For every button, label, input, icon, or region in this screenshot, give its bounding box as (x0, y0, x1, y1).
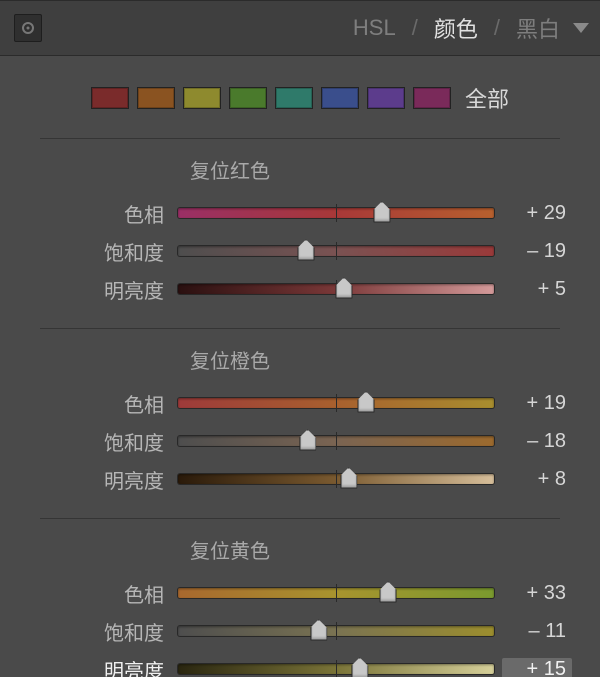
slider-center-tick (336, 204, 337, 222)
red-hue-label: 色相 (28, 199, 178, 228)
target-icon (21, 21, 35, 35)
yellow-saturation-row: 饱和度 – 11 (28, 612, 572, 650)
color-swatch-7[interactable] (413, 87, 451, 109)
orange-hue-handle[interactable] (358, 391, 375, 412)
orange-saturation-handle[interactable] (299, 429, 316, 450)
color-swatch-6[interactable] (367, 87, 405, 109)
red-saturation-slider[interactable] (178, 246, 494, 256)
color-swatch-4[interactable] (275, 87, 313, 109)
section-yellow: 复位黄色色相 + 33 饱和度 – 11 明亮度 + 15 (0, 519, 600, 677)
yellow-luminance-label: 明亮度 (28, 655, 178, 677)
tab-sep: / (494, 15, 500, 41)
red-saturation-label: 饱和度 (28, 237, 178, 266)
slider-center-tick (336, 432, 337, 450)
red-saturation-handle[interactable] (297, 239, 314, 260)
section-title-red[interactable]: 复位红色 (190, 155, 572, 184)
yellow-hue-slider[interactable] (178, 588, 494, 598)
panel-tabs: HSL / 颜色 / 黑白 (353, 12, 560, 44)
slider-center-tick (336, 242, 337, 260)
red-saturation-value[interactable]: – 19 (494, 240, 572, 263)
orange-saturation-slider[interactable] (178, 436, 494, 446)
red-luminance-row: 明亮度 + 5 (28, 270, 572, 308)
yellow-luminance-slider[interactable] (178, 664, 494, 674)
tab-bw[interactable]: 黑白 (516, 12, 560, 44)
slider-center-tick (336, 470, 337, 488)
color-swatch-5[interactable] (321, 87, 359, 109)
color-swatch-2[interactable] (183, 87, 221, 109)
yellow-hue-label: 色相 (28, 579, 178, 608)
yellow-luminance-value[interactable]: + 15 (502, 658, 572, 677)
yellow-luminance-handle[interactable] (351, 657, 368, 677)
tab-hsl[interactable]: HSL (353, 15, 396, 41)
orange-luminance-row: 明亮度 + 8 (28, 460, 572, 498)
section-orange: 复位橙色色相 + 19 饱和度 – 18 明亮度 + 8 (0, 329, 600, 512)
triangle-down-icon (572, 21, 590, 35)
orange-luminance-label: 明亮度 (28, 465, 178, 494)
swatch-all-button[interactable]: 全部 (465, 82, 509, 114)
orange-hue-slider[interactable] (178, 398, 494, 408)
red-hue-handle[interactable] (373, 201, 390, 222)
panel-header: HSL / 颜色 / 黑白 (0, 0, 600, 56)
red-luminance-slider[interactable] (178, 284, 494, 294)
red-hue-value[interactable]: + 29 (494, 202, 572, 225)
slider-center-tick (336, 584, 337, 602)
red-luminance-label: 明亮度 (28, 275, 178, 304)
orange-saturation-label: 饱和度 (28, 427, 178, 456)
orange-hue-row: 色相 + 19 (28, 384, 572, 422)
color-swatch-row: 全部 (0, 56, 600, 132)
yellow-hue-value[interactable]: + 33 (494, 582, 572, 605)
red-luminance-handle[interactable] (335, 277, 352, 298)
yellow-luminance-row: 明亮度 + 15 (28, 650, 572, 677)
red-hue-row: 色相 + 29 (28, 194, 572, 232)
tab-color[interactable]: 颜色 (434, 12, 478, 44)
orange-saturation-row: 饱和度 – 18 (28, 422, 572, 460)
section-red: 复位红色色相 + 29 饱和度 – 19 明亮度 + 5 (0, 139, 600, 322)
yellow-hue-handle[interactable] (380, 581, 397, 602)
section-title-orange[interactable]: 复位橙色 (190, 345, 572, 374)
slider-center-tick (336, 660, 337, 677)
orange-luminance-handle[interactable] (340, 467, 357, 488)
red-luminance-value[interactable]: + 5 (494, 278, 572, 301)
yellow-saturation-slider[interactable] (178, 626, 494, 636)
red-saturation-row: 饱和度 – 19 (28, 232, 572, 270)
yellow-saturation-label: 饱和度 (28, 617, 178, 646)
orange-saturation-value[interactable]: – 18 (494, 430, 572, 453)
orange-hue-label: 色相 (28, 389, 178, 418)
tab-sep: / (412, 15, 418, 41)
targeted-adjustment-button[interactable] (14, 14, 42, 42)
slider-center-tick (336, 622, 337, 640)
slider-center-tick (336, 394, 337, 412)
section-title-yellow[interactable]: 复位黄色 (190, 535, 572, 564)
color-swatch-1[interactable] (137, 87, 175, 109)
yellow-hue-row: 色相 + 33 (28, 574, 572, 612)
orange-hue-value[interactable]: + 19 (494, 392, 572, 415)
panel-disclosure-button[interactable] (572, 21, 590, 35)
color-swatch-0[interactable] (91, 87, 129, 109)
hsl-panel: HSL / 颜色 / 黑白 全部 复位红色色相+ 29饱和度– 19明亮度+ 5… (0, 0, 600, 677)
yellow-saturation-handle[interactable] (310, 619, 327, 640)
color-swatch-3[interactable] (229, 87, 267, 109)
orange-luminance-value[interactable]: + 8 (494, 468, 572, 491)
yellow-saturation-value[interactable]: – 11 (494, 620, 572, 643)
orange-luminance-slider[interactable] (178, 474, 494, 484)
red-hue-slider[interactable] (178, 208, 494, 218)
